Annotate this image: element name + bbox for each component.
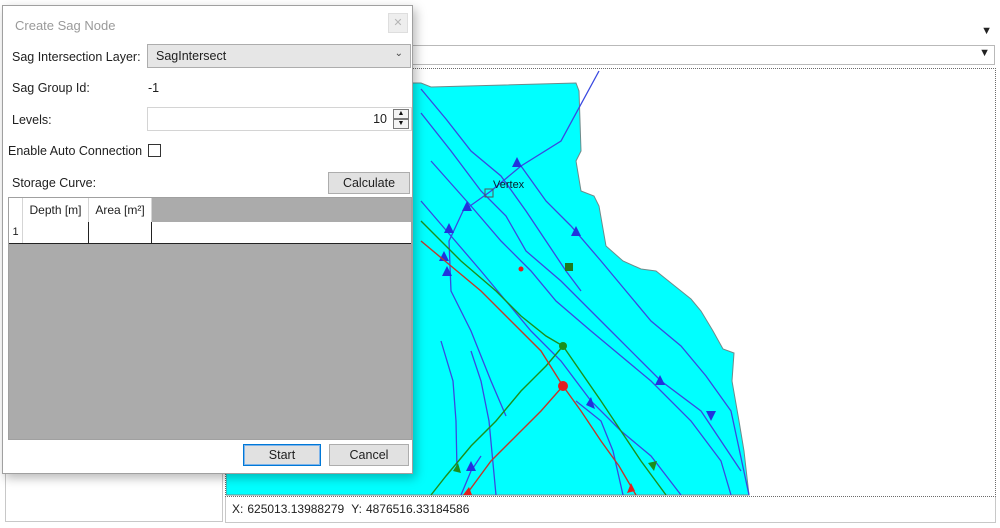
left-panel	[5, 466, 223, 522]
column-header-depth[interactable]: Depth [m]	[23, 198, 89, 222]
area-cell[interactable]	[89, 222, 152, 243]
spin-down-icon[interactable]: ▼︎	[393, 119, 409, 129]
vertex-marker	[565, 263, 573, 271]
map-toolbar: ▼︎	[405, 45, 995, 65]
levels-spin: ▲︎ ▼︎	[393, 109, 409, 129]
toolbar-chevron-icon[interactable]: ▼︎	[979, 48, 990, 59]
row-number: 1	[9, 222, 23, 243]
y-label: Y:	[351, 502, 362, 516]
auto-connection-label: Enable Auto Connection	[8, 144, 143, 158]
table-row[interactable]: 1	[9, 222, 411, 244]
red-point	[518, 266, 524, 272]
storage-curve-label: Storage Curve:	[12, 176, 97, 190]
spin-up-icon[interactable]: ▲︎	[393, 109, 409, 119]
intersection-layer-label: Sag Intersection Layer:	[12, 50, 141, 64]
calculate-button[interactable]: Calculate	[328, 172, 410, 194]
group-id-label: Sag Group Id:	[12, 81, 90, 95]
storage-curve-grid[interactable]: Depth [m] Area [m²] 1	[8, 197, 412, 440]
grid-header-fill	[152, 198, 411, 222]
red-node	[558, 381, 568, 391]
levels-value: 10	[373, 112, 387, 126]
intersection-layer-select[interactable]: SagIntersect ⌄	[147, 44, 411, 68]
intersection-layer-value: SagIntersect	[156, 49, 227, 63]
auto-connection-checkbox[interactable]	[148, 144, 161, 157]
dialog-title: Create Sag Node	[15, 18, 116, 33]
x-value: 625013.13988279	[247, 502, 345, 516]
overflow-chevron-icon[interactable]: ▼︎	[981, 26, 992, 37]
coordinate-status-bar: X: 625013.13988279 Y: 4876516.33184586	[225, 497, 996, 523]
create-sag-node-dialog: Create Sag Node ✕ Sag Intersection Layer…	[2, 5, 413, 474]
dropdown-arrow-icon: ⌄	[394, 48, 403, 59]
close-icon[interactable]: ✕	[388, 13, 408, 33]
x-label: X:	[232, 502, 244, 516]
y-value: 4876516.33184586	[365, 502, 470, 516]
levels-label: Levels:	[12, 113, 52, 127]
vertex-label: Vertex	[493, 179, 525, 191]
depth-cell[interactable]	[23, 222, 89, 243]
cancel-button[interactable]: Cancel	[329, 444, 409, 466]
column-header-area[interactable]: Area [m²]	[89, 198, 152, 222]
levels-stepper[interactable]: 10 ▲︎ ▼︎	[147, 107, 412, 131]
grid-corner	[9, 198, 23, 222]
group-id-value: -1	[148, 81, 160, 95]
start-button[interactable]: Start	[243, 444, 321, 466]
green-node	[559, 342, 567, 350]
